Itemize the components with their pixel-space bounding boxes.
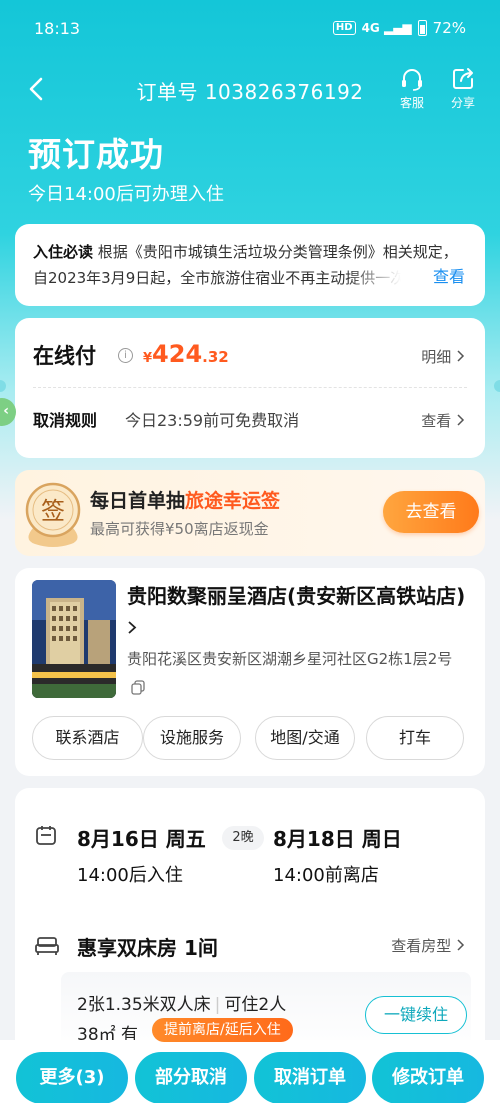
more-button[interactable]: 更多(3): [16, 1052, 128, 1103]
status-bar: 18:13 HD 4G ▂▄▆ 72%: [0, 0, 500, 58]
facilities-button[interactable]: 设施服务: [143, 716, 241, 760]
lucky-draw-banner[interactable]: 签 每日首单抽旅途幸运签 最高可获得¥50离店返现金 去查看: [15, 470, 485, 556]
share-button[interactable]: 分享: [441, 66, 485, 111]
payment-method: 在线付: [33, 344, 96, 368]
price-currency: ¥: [143, 351, 153, 366]
cancel-order-button[interactable]: 取消订单: [254, 1052, 366, 1103]
info-icon[interactable]: i: [118, 348, 133, 363]
cancel-rule-link[interactable]: 查看: [421, 410, 465, 431]
view-room-type-label: 查看房型: [391, 937, 452, 955]
chevron-right-icon: [457, 350, 465, 362]
contact-hotel-button[interactable]: 联系酒店: [32, 716, 143, 760]
early-checkout-tag: 提前离店/延后入住: [152, 1018, 293, 1042]
view-room-type-link[interactable]: 查看房型: [391, 935, 465, 956]
seal-char: 签: [41, 497, 65, 525]
price: ¥424.32: [143, 340, 229, 368]
share-icon: [453, 68, 473, 89]
cancel-rule-text: 今日23:59前可免费取消: [125, 411, 300, 430]
cancel-rule-link-label: 查看: [421, 412, 452, 430]
copy-icon[interactable]: [130, 679, 146, 695]
checkin-hint: 今日14:00后可办理入住: [28, 184, 224, 205]
hotel-name-link[interactable]: 贵阳数聚丽呈酒店(贵安新区高铁站店): [127, 580, 477, 644]
hotel-name: 贵阳数聚丽呈酒店(贵安新区高铁站店): [127, 584, 466, 608]
customer-service-label: 客服: [399, 96, 424, 110]
extend-stay-button[interactable]: 一键续住: [365, 996, 467, 1034]
top-nav: 订单号 103826376192 客服 分享: [0, 58, 500, 120]
hotel-address-text: 贵阳花溪区贵安新区湖潮乡星河社区G2栋1层2号: [127, 650, 453, 668]
modify-order-button[interactable]: 修改订单: [372, 1052, 484, 1103]
hotel-address: 贵阳花溪区贵安新区湖潮乡星河社区G2栋1层2号: [127, 646, 472, 700]
status-time: 18:13: [34, 19, 81, 38]
capacity-info: 可住2人: [224, 995, 287, 1015]
promo-title-prefix: 每日首单抽: [90, 490, 186, 512]
payment-card: 在线付 i ¥424.32 明细 取消规则 今日23:59前可免费取消 查看: [15, 318, 485, 458]
nights-badge: 2晚: [222, 826, 264, 850]
page-title: 预订成功: [28, 135, 164, 174]
calendar-icon: [36, 826, 56, 845]
bed-icon: [35, 937, 59, 955]
taxi-button[interactable]: 打车: [366, 716, 464, 760]
checkout-date: 8月18日 周日: [273, 827, 402, 851]
chevron-right-icon: [457, 414, 465, 426]
chevron-right-icon: [457, 939, 465, 951]
checkout-time: 14:00前离店: [273, 865, 379, 886]
price-integer: 424: [152, 340, 203, 368]
room-spec-line: 2张1.35米双人床 | 可住2人: [77, 995, 287, 1015]
hd-icon: HD: [332, 21, 356, 35]
price-detail-link[interactable]: 明细: [421, 346, 465, 367]
ticket-notch-right: [494, 380, 500, 392]
price-decimal: .32: [202, 348, 229, 366]
cancel-rule-label: 取消规则: [33, 411, 98, 430]
hotel-card: 贵阳数聚丽呈酒店(贵安新区高铁站店) 贵阳花溪区贵安新区湖潮乡星河社区G2栋1层…: [15, 568, 485, 776]
bed-info: 2张1.35米双人床: [77, 995, 211, 1015]
battery-percent: 72%: [432, 19, 466, 37]
status-icons: HD 4G ▂▄▆ 72%: [332, 19, 466, 37]
promo-title: 每日首单抽旅途幸运签: [90, 486, 280, 513]
checkin-date: 8月16日 周五: [77, 827, 206, 851]
customer-service-button[interactable]: 客服: [390, 66, 434, 111]
price-detail-label: 明细: [421, 348, 452, 366]
notice-view-link[interactable]: 查看: [433, 264, 465, 290]
chevron-right-icon: [128, 621, 137, 634]
map-traffic-button[interactable]: 地图/交通: [255, 716, 355, 760]
promo-subtitle: 最高可获得¥50离店返现金: [90, 520, 269, 538]
lucky-sign-icon: 签: [25, 482, 81, 547]
divider: [33, 387, 467, 388]
notice-label: 入住必读: [33, 243, 94, 261]
checkin-time: 14:00后入住: [77, 865, 183, 886]
headset-icon: [402, 69, 422, 91]
promo-title-highlight: 旅途幸运签: [185, 490, 281, 512]
signal-icon: 4G ▂▄▆: [361, 21, 412, 35]
room-name: 惠享双床房 1间: [77, 936, 218, 960]
promo-view-button[interactable]: 去查看: [383, 491, 479, 533]
hotel-photo[interactable]: [32, 580, 116, 698]
notice-text-block: 入住必读 根据《贵阳市城镇生活垃圾分类管理条例》相关规定，自2023年3月9日起…: [33, 239, 467, 291]
checkin-notice-card[interactable]: 入住必读 根据《贵阳市城镇生活垃圾分类管理条例》相关规定，自2023年3月9日起…: [15, 224, 485, 306]
network-type: 4G: [361, 21, 380, 35]
partial-cancel-button[interactable]: 部分取消: [135, 1052, 247, 1103]
battery-icon: [417, 20, 427, 36]
share-label: 分享: [450, 96, 475, 110]
